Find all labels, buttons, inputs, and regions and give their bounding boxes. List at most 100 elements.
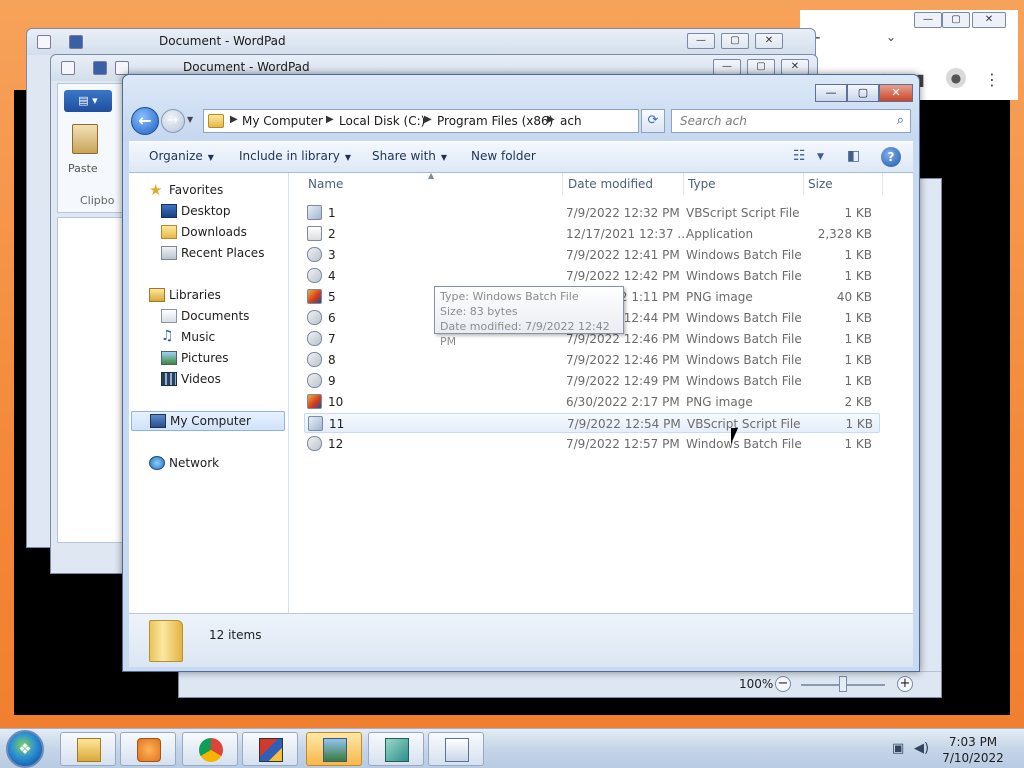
start-button[interactable]: ❖: [6, 730, 44, 768]
column-divider[interactable]: [882, 173, 883, 195]
file-type: Windows Batch File: [686, 374, 802, 388]
zoom-slider-thumb[interactable]: [839, 676, 847, 692]
wordpad-front-maximize-button[interactable]: ▢: [747, 59, 775, 75]
preview-pane-icon[interactable]: ◧: [847, 148, 860, 164]
nav-recent-places[interactable]: Recent Places: [161, 244, 279, 264]
file-row[interactable]: 4 7/9/2022 12:42 PM Windows Batch File 1 KB: [304, 266, 880, 286]
explorer-close-button[interactable]: ✕: [879, 84, 913, 102]
documents-icon: [161, 309, 177, 323]
file-type: VBScript Script File: [686, 206, 800, 220]
paste-button[interactable]: Paste: [68, 124, 104, 184]
nav-favorites[interactable]: ★ Favorites: [149, 181, 279, 201]
breadcrumb-local-disk[interactable]: Local Disk (C:): [339, 114, 425, 128]
refresh-icon[interactable]: ⟳: [641, 109, 665, 133]
wordpad-menu-button[interactable]: ▤ ▾: [64, 90, 112, 112]
vbs-file-icon: [308, 416, 323, 431]
column-name[interactable]: Name: [308, 177, 343, 191]
system-clock[interactable]: 7:03 PM 7/10/2022: [930, 734, 1016, 766]
address-bar[interactable]: ▶ My Computer ▶ Local Disk (C:) ▶ Progra…: [203, 109, 707, 133]
column-divider[interactable]: [562, 173, 563, 195]
view-dropdown-icon[interactable]: ▼: [817, 152, 824, 162]
save-icon[interactable]: [69, 35, 83, 49]
browser-minimize-button[interactable]: —: [914, 12, 942, 28]
nav-videos[interactable]: Videos: [161, 370, 279, 390]
taskbar-wordpad-button[interactable]: [428, 732, 484, 766]
explorer-minimize-button[interactable]: —: [815, 84, 847, 102]
file-name: 3: [328, 248, 336, 262]
nav-documents[interactable]: Documents: [161, 307, 279, 327]
nav-desktop[interactable]: Desktop: [161, 202, 279, 222]
breadcrumb-program-files[interactable]: Program Files (x86): [437, 114, 553, 128]
include-in-library-button[interactable]: Include in library ▼: [239, 149, 351, 163]
recent-pages-chevron-icon[interactable]: ▼: [187, 115, 193, 124]
forward-button[interactable]: →: [161, 109, 185, 133]
profile-avatar-icon[interactable]: ●: [946, 68, 966, 88]
breadcrumb-my-computer[interactable]: My Computer: [242, 114, 323, 128]
browser-menu-icon[interactable]: ⋮: [984, 70, 1000, 89]
help-icon[interactable]: ?: [881, 147, 901, 167]
file-row[interactable]: 1 7/9/2022 12:32 PM VBScript Script File 1 …: [304, 203, 880, 223]
column-type[interactable]: Type: [688, 177, 716, 191]
wordpad-back-close-button[interactable]: ✕: [755, 33, 783, 49]
file-row[interactable]: 3 7/9/2022 12:41 PM Windows Batch File 1 KB: [304, 245, 880, 265]
tab-list-chevron-icon[interactable]: ⌄: [886, 30, 896, 44]
taskbar-chrome-button[interactable]: [182, 732, 238, 766]
bat-file-icon: [307, 436, 322, 451]
breadcrumb-separator-icon[interactable]: ▶: [326, 114, 334, 125]
back-button[interactable]: ←: [131, 107, 159, 135]
nav-music[interactable]: ♫ Music: [161, 328, 279, 348]
file-row[interactable]: 12 7/9/2022 12:57 PM Windows Batch File 1 K…: [304, 434, 880, 454]
file-row[interactable]: 9 7/9/2022 12:49 PM Windows Batch File 1 KB: [304, 371, 880, 391]
browser-maximize-button[interactable]: ▢: [942, 12, 970, 28]
view-options-icon[interactable]: ☷: [793, 148, 806, 164]
file-row[interactable]: 11 7/9/2022 12:54 PM VBScript Script File 1…: [304, 413, 880, 433]
taskbar-network-app-button[interactable]: [368, 732, 424, 766]
share-with-button[interactable]: Share with ▼: [372, 149, 447, 163]
music-icon: ♫: [161, 328, 174, 344]
wordpad-front-close-button[interactable]: ✕: [781, 59, 809, 75]
wordpad-front-minimize-button[interactable]: —: [713, 59, 741, 75]
wordpad-back-maximize-button[interactable]: ▢: [721, 33, 749, 49]
breadcrumb-separator-icon[interactable]: ▶: [424, 114, 432, 125]
browser-close-button[interactable]: ✕: [972, 12, 1006, 28]
taskbar-app-button[interactable]: [242, 732, 298, 766]
file-row[interactable]: 8 7/9/2022 12:46 PM Windows Batch File 1 KB: [304, 350, 880, 370]
save-icon[interactable]: [93, 61, 107, 75]
taskbar-image-viewer-button[interactable]: [306, 732, 362, 766]
zoom-out-button[interactable]: −: [775, 676, 791, 692]
file-tooltip: Type: Windows Batch File Size: 83 bytes …: [434, 286, 624, 348]
file-date: 7/9/2022 12:32 PM: [566, 206, 680, 220]
column-date-modified[interactable]: Date modified: [568, 177, 653, 191]
breadcrumb-ach[interactable]: ach: [560, 114, 582, 128]
sort-ascending-icon: ▲: [428, 171, 435, 180]
file-size: 1 KB: [844, 269, 872, 283]
new-folder-button[interactable]: New folder: [471, 149, 536, 163]
explorer-maximize-button[interactable]: ▢: [847, 84, 879, 102]
search-box[interactable]: Search ach ⌕: [671, 109, 911, 133]
column-divider[interactable]: [683, 173, 684, 195]
undo-icon[interactable]: [115, 61, 129, 75]
image-viewer-icon: [323, 738, 347, 762]
taskbar-media-player-button[interactable]: [120, 732, 176, 766]
nav-network[interactable]: Network: [149, 454, 279, 474]
nav-pictures[interactable]: Pictures: [161, 349, 279, 369]
breadcrumb-separator-icon[interactable]: ▶: [547, 114, 555, 125]
nav-libraries[interactable]: Libraries: [149, 286, 279, 306]
breadcrumb-separator-icon[interactable]: ▶: [230, 114, 238, 125]
nav-downloads[interactable]: Downloads: [161, 223, 279, 243]
file-name: 8: [328, 353, 336, 367]
zoom-in-button[interactable]: +: [897, 676, 913, 692]
bat-file-icon: [307, 352, 322, 367]
network-tray-icon[interactable]: ▣: [892, 741, 904, 756]
volume-icon[interactable]: ◀): [914, 741, 929, 756]
column-divider[interactable]: [803, 173, 804, 195]
column-size[interactable]: Size: [808, 177, 833, 191]
nav-my-computer[interactable]: My Computer: [131, 411, 285, 431]
file-row[interactable]: 10 6/30/2022 2:17 PM PNG image 2 KB: [304, 392, 880, 412]
wordpad-back-minimize-button[interactable]: —: [687, 33, 715, 49]
file-row[interactable]: 2 12/17/2021 12:37 ... Application 2,328 KB: [304, 224, 880, 244]
media-player-icon: [137, 738, 161, 762]
organize-button[interactable]: Organize ▼: [149, 149, 214, 163]
search-icon[interactable]: ⌕: [897, 113, 904, 128]
taskbar-explorer-button[interactable]: [60, 732, 116, 766]
